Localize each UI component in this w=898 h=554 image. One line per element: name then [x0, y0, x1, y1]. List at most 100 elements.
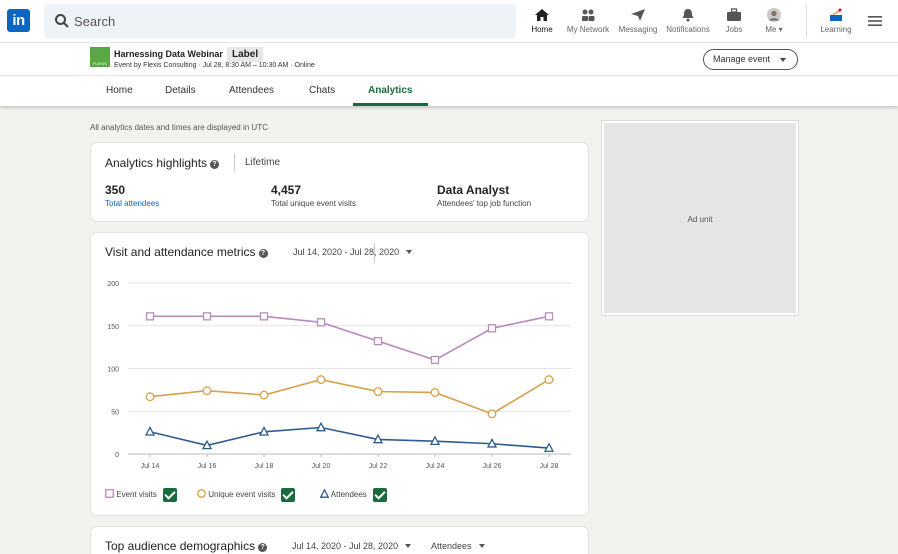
- highlights-title: Analytics highlights?: [105, 156, 220, 170]
- nav-me[interactable]: Me ▾: [759, 6, 789, 40]
- x-tick-label: Jul 24: [426, 463, 445, 470]
- metrics-date-range-dropdown[interactable]: Jul 14, 2020 - Jul 28, 2020: [293, 247, 413, 257]
- help-icon[interactable]: ?: [210, 160, 220, 169]
- series-line-event-visits: [150, 315, 550, 361]
- linkedin-logo[interactable]: in: [7, 9, 30, 32]
- legend-event-visits-label: Event visits: [116, 490, 157, 500]
- demographics-title: Top audience demographics?: [105, 539, 268, 553]
- messaging-icon: [631, 9, 645, 21]
- active-tab-indicator: [353, 103, 428, 106]
- chevron-down-icon: [478, 544, 485, 548]
- tab-details[interactable]: Details: [165, 85, 196, 96]
- x-tick-label: Jul 16: [198, 463, 217, 470]
- demographics-title-text: Top audience demographics: [105, 539, 256, 553]
- metrics-title-text: Visit and attendance metrics: [105, 245, 256, 259]
- demographics-filter-text: Attendees: [431, 541, 472, 551]
- tab-home[interactable]: Home: [106, 85, 133, 96]
- y-tick-label: 100: [107, 367, 119, 374]
- data-point-unique-event-visits: [316, 375, 326, 385]
- data-point-unique-event-visits: [544, 375, 554, 385]
- data-point-attendees: [144, 426, 156, 436]
- chevron-down-icon: [406, 250, 413, 254]
- search-icon: [55, 14, 69, 28]
- event-header: Harnessing Data Webinar Label Event by F…: [0, 43, 898, 76]
- nav-my-network[interactable]: My Network: [564, 6, 612, 40]
- nav-my-network-label: My Network: [566, 25, 610, 34]
- data-point-event-visits: [259, 312, 269, 321]
- search-input[interactable]: Search: [74, 14, 115, 29]
- legend-event-visits[interactable]: Event visits: [105, 488, 177, 502]
- nav-notifications-label: Notifications: [666, 25, 710, 34]
- stat-total-attendees-link[interactable]: Total attendees: [105, 199, 159, 208]
- x-tick-label: Jul 20: [312, 463, 331, 470]
- legend-unique-visits[interactable]: Unique event visits: [197, 488, 296, 502]
- nav-learning-label: Learning: [820, 25, 852, 34]
- analytics-highlights-card: Analytics highlights? Lifetime 350 Total…: [91, 143, 588, 221]
- data-point-event-visits: [145, 312, 155, 321]
- event-title[interactable]: Harnessing Data Webinar: [114, 49, 223, 59]
- data-point-event-visits: [544, 312, 554, 321]
- y-tick-label: 200: [107, 281, 119, 288]
- data-point-unique-event-visits: [430, 387, 440, 397]
- nav-jobs[interactable]: Jobs: [720, 6, 748, 40]
- home-icon: [535, 9, 549, 21]
- utc-note: All analytics dates and times are displa…: [90, 123, 268, 132]
- tab-chats[interactable]: Chats: [309, 85, 335, 96]
- tab-attendees[interactable]: Attendees: [229, 85, 274, 96]
- bell-icon: [682, 9, 694, 22]
- stat-top-job-label: Attendees' top job function: [437, 199, 532, 208]
- data-point-unique-event-visits: [259, 390, 269, 400]
- legend-unique-visits-checkbox[interactable]: [281, 488, 296, 502]
- briefcase-icon: [727, 8, 741, 21]
- legend-unique-visits-label: Unique event visits: [208, 490, 276, 500]
- ad-unit[interactable]: Ad unit: [602, 121, 798, 315]
- visit-attendance-metrics-card: Visit and attendance metrics? Jul 14, 20…: [91, 233, 588, 515]
- legend-event-visits-checkbox[interactable]: [162, 488, 177, 502]
- legend-attendees[interactable]: Attendees: [319, 488, 387, 502]
- highlights-divider: [234, 154, 235, 172]
- legend-attendees-label: Attendees: [330, 490, 367, 500]
- x-tick-label: Jul 14: [141, 463, 160, 470]
- highlights-period: Lifetime: [245, 157, 281, 168]
- stat-unique-visits-value: 4,457: [271, 183, 302, 197]
- data-point-unique-event-visits: [487, 409, 497, 419]
- manage-event-label: Manage event: [713, 54, 771, 64]
- y-tick-label: 50: [111, 409, 119, 416]
- legend-attendees-checkbox[interactable]: [372, 488, 387, 502]
- y-tick-label: 150: [107, 324, 119, 331]
- search-bar[interactable]: Search: [44, 4, 516, 38]
- x-tick-label: Jul 22: [369, 463, 388, 470]
- nav-home[interactable]: Home: [527, 6, 557, 40]
- nav-jobs-label: Jobs: [725, 25, 743, 34]
- series-line-unique-event-visits: [149, 378, 550, 415]
- data-point-event-visits: [373, 336, 383, 346]
- help-icon[interactable]: ?: [258, 543, 268, 552]
- demographics-date-range-dropdown[interactable]: Jul 14, 2020 - Jul 28, 2020: [292, 541, 412, 551]
- help-icon[interactable]: ?: [258, 249, 268, 258]
- demographics-filter-dropdown[interactable]: Attendees: [431, 541, 485, 551]
- chevron-down-icon: [780, 58, 786, 62]
- x-tick-label: Jul 26: [483, 463, 502, 470]
- metrics-line-chart: 0 50 100 150 200 Jul 14 Jul 16 Jul 18 Jul 20 Jul …: [107, 281, 571, 470]
- event-logo: [90, 47, 110, 67]
- metrics-date-range-text: Jul 14, 2020 - Jul 28, 2020: [293, 247, 400, 257]
- stat-top-job-value: Data Analyst: [437, 183, 510, 197]
- data-point-event-visits: [487, 324, 497, 333]
- x-tick-label: Jul 18: [255, 463, 274, 470]
- nav-home-label: Home: [531, 25, 553, 34]
- tab-analytics[interactable]: Analytics: [368, 85, 412, 96]
- ad-unit-label: Ad unit: [687, 215, 713, 224]
- nav-learning[interactable]: Learning: [818, 6, 854, 40]
- nav-messaging[interactable]: Messaging: [616, 6, 660, 40]
- metrics-title: Visit and attendance metrics?: [105, 245, 268, 259]
- highlights-title-text: Analytics highlights: [105, 156, 208, 170]
- menu-icon[interactable]: [868, 15, 882, 27]
- demographics-date-range-text: Jul 14, 2020 - Jul 28, 2020: [292, 541, 399, 551]
- nav-divider: [806, 4, 807, 38]
- nav-notifications[interactable]: Notifications: [663, 6, 713, 40]
- x-tick-label: Jul 28: [540, 463, 559, 470]
- manage-event-button[interactable]: Manage event: [703, 49, 798, 70]
- circle-marker-icon: [197, 489, 206, 498]
- chevron-down-icon: [405, 544, 412, 548]
- nav-messaging-label: Messaging: [618, 25, 658, 34]
